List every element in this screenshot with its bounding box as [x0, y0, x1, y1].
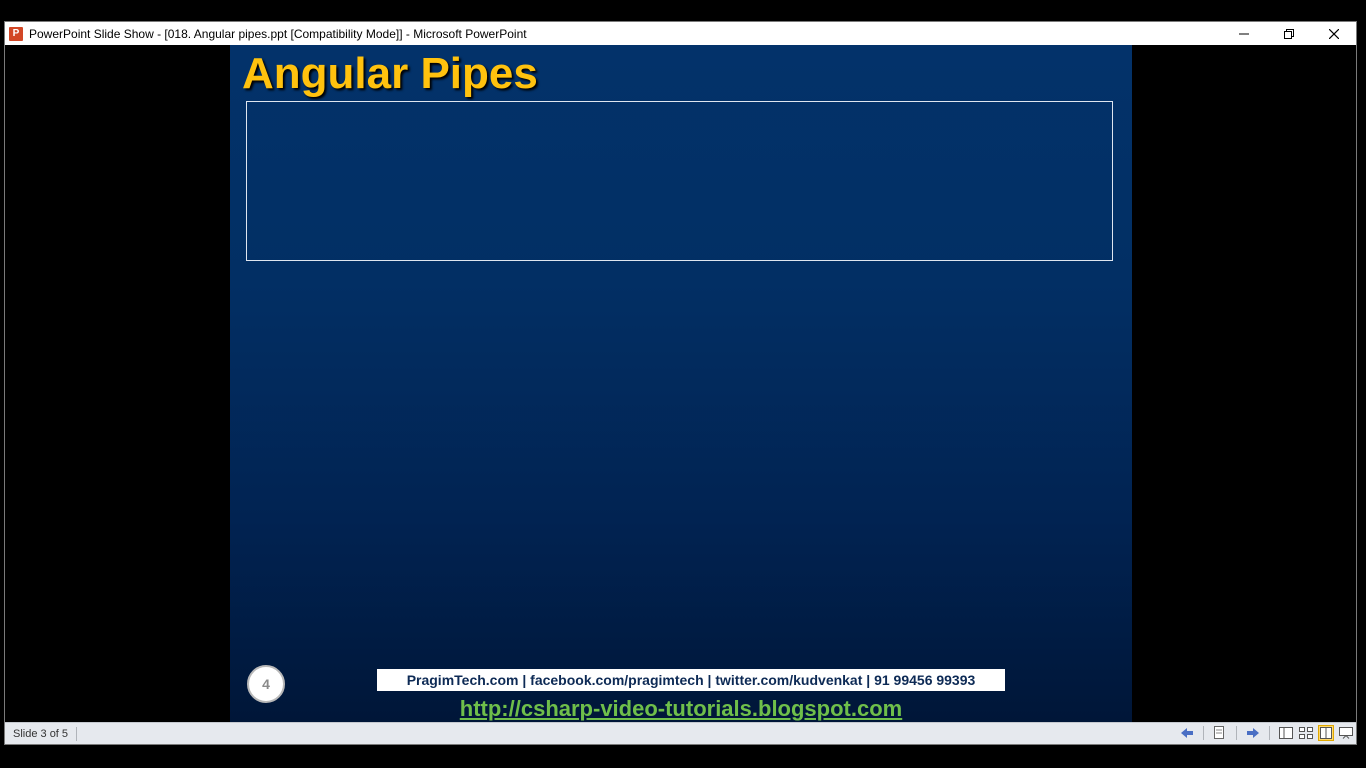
minimize-icon — [1238, 33, 1249, 34]
powerpoint-window: P PowerPoint Slide Show - [018. Angular … — [4, 21, 1357, 745]
app-icon[interactable]: P — [9, 26, 23, 41]
reading-view-button[interactable] — [1318, 725, 1334, 741]
slideshow-icon — [1339, 727, 1353, 739]
previous-icon — [1181, 728, 1193, 738]
slide-sorter-icon — [1299, 727, 1313, 739]
status-controls — [1179, 725, 1354, 741]
divider — [1203, 726, 1204, 740]
previous-slide-button[interactable] — [1179, 725, 1195, 741]
next-icon — [1247, 728, 1259, 738]
slide-sorter-button[interactable] — [1298, 725, 1314, 741]
next-slide-button[interactable] — [1245, 725, 1261, 741]
divider — [1269, 726, 1270, 740]
content-placeholder[interactable] — [246, 101, 1113, 261]
title-bar[interactable]: P PowerPoint Slide Show - [018. Angular … — [5, 22, 1356, 45]
status-bar: Slide 3 of 5 — [5, 722, 1356, 744]
window-title: PowerPoint Slide Show - [018. Angular pi… — [29, 26, 527, 41]
restore-icon — [1283, 28, 1294, 39]
slide-canvas[interactable]: Angular Pipes 4 PragimTech.com | faceboo… — [230, 45, 1132, 722]
slide-title: Angular Pipes — [242, 49, 538, 98]
normal-view-button[interactable] — [1278, 725, 1294, 741]
reading-view-icon — [1320, 727, 1332, 739]
slide-counter: Slide 3 of 5 — [5, 726, 78, 741]
minimize-button[interactable] — [1221, 22, 1266, 45]
close-button[interactable] — [1311, 22, 1356, 45]
window-controls — [1221, 22, 1356, 45]
normal-view-icon — [1279, 727, 1293, 739]
restore-button[interactable] — [1266, 22, 1311, 45]
slideshow-button[interactable] — [1338, 725, 1354, 741]
menu-icon — [1214, 726, 1224, 739]
divider — [1236, 726, 1237, 740]
slide-menu-button[interactable] — [1212, 725, 1228, 741]
close-icon — [1328, 28, 1339, 39]
footer-blog-link[interactable]: http://csharp-video-tutorials.blogspot.c… — [230, 696, 1132, 722]
footer-contact-bar: PragimTech.com | facebook.com/pragimtech… — [377, 669, 1005, 691]
